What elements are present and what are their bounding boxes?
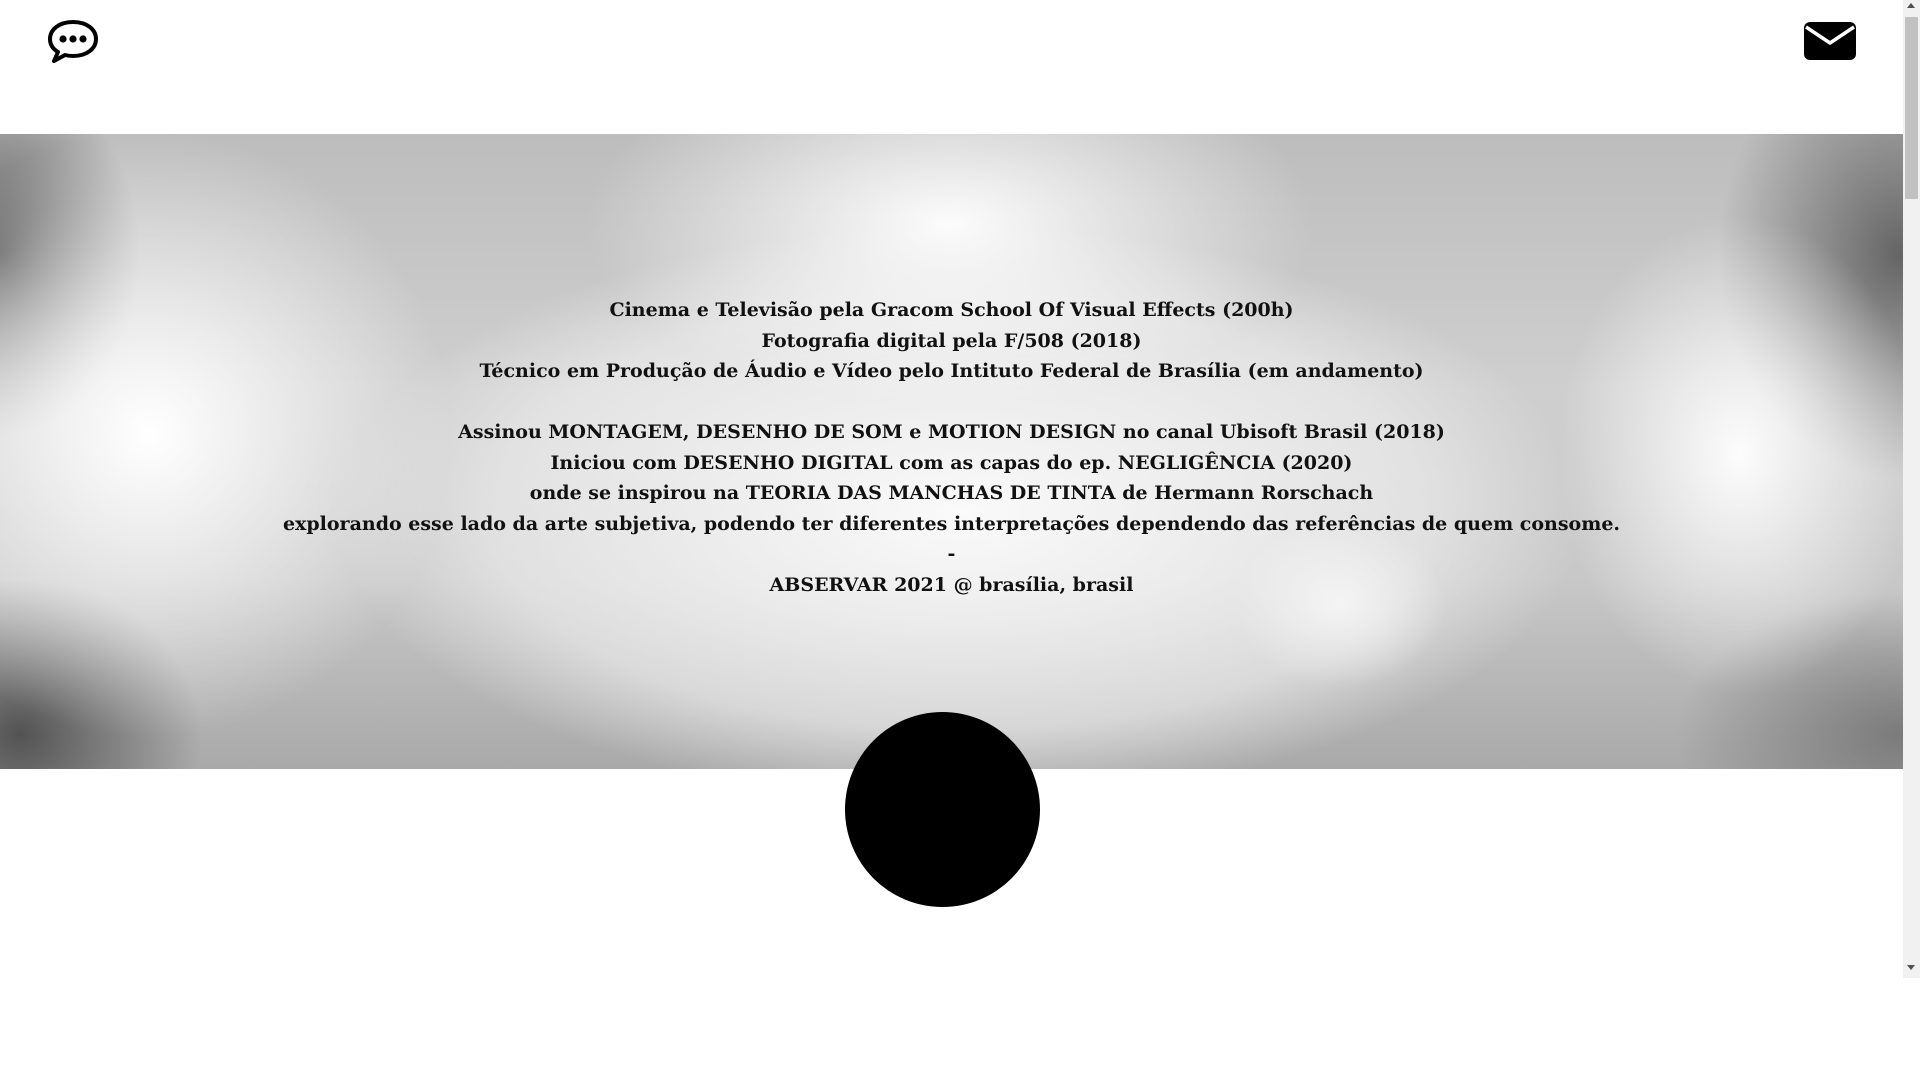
scroll-up-arrow-icon[interactable]	[1907, 3, 1915, 8]
envelope-icon[interactable]	[1804, 22, 1856, 60]
bio-line: Técnico em Produção de Áudio e Vídeo pel…	[479, 360, 1424, 382]
bio-separator: -	[947, 543, 956, 565]
bio-signature: ABSERVAR 2021 @ brasília, brasil	[769, 573, 1134, 596]
bio-line: Fotografia digital pela F/508 (2018)	[761, 329, 1142, 352]
bio-line: Iniciou com DESENHO DIGITAL com as capas…	[550, 451, 1353, 474]
bio-line: explorando esse lado da arte subjetiva, …	[282, 512, 1621, 535]
top-bar	[0, 0, 1903, 134]
bio-line: Assinou MONTAGEM, DESENHO DE SOM e MOTIO…	[458, 421, 1445, 443]
bio-line: onde se inspirou na TEORIA DAS MANCHAS D…	[529, 482, 1374, 504]
scrollbar-thumb[interactable]	[1905, 17, 1918, 199]
vertical-scrollbar[interactable]	[1903, 0, 1920, 978]
scroll-down-arrow-icon[interactable]	[1907, 965, 1915, 970]
bio-spacer	[0, 387, 1903, 418]
bio-line: Cinema e Televisão pela Gracom School Of…	[609, 299, 1294, 321]
bio-text: Cinema e Televisão pela Gracom School Of…	[0, 295, 1903, 600]
chat-bubble-icon[interactable]	[47, 19, 99, 64]
hero-banner: Cinema e Televisão pela Gracom School Of…	[0, 134, 1903, 769]
black-circle-button[interactable]	[845, 712, 1040, 907]
